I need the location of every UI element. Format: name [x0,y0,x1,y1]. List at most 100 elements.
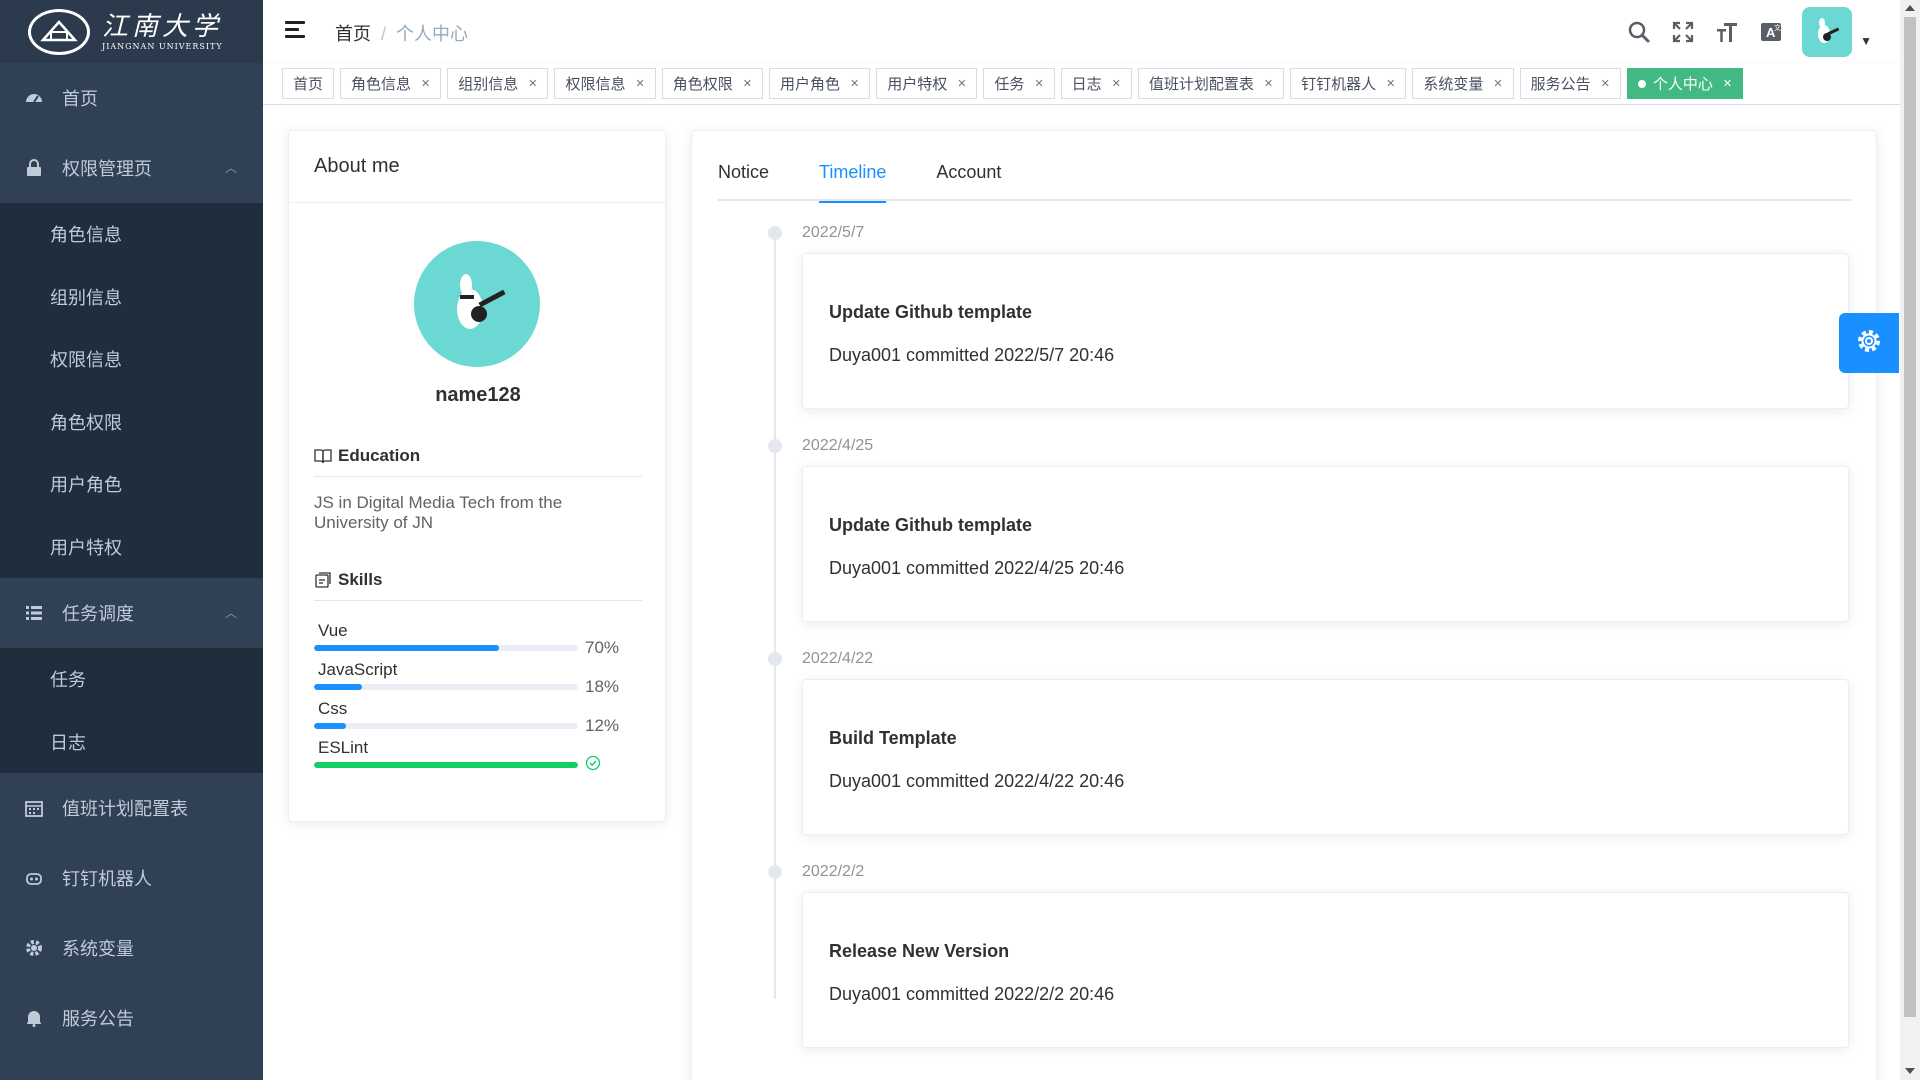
progress-fill [314,723,346,729]
logo[interactable]: 江南大学 JIANGNAN UNIVERSITY [0,0,263,63]
font-size-icon[interactable] [1706,11,1748,53]
sidebar-item-user-role[interactable]: 用户角色 [0,453,263,516]
sidebar-item-log[interactable]: 日志 [0,711,263,774]
about-me-card: About me name128 Education JS in Digital… [288,130,666,822]
profile-name: name128 [435,384,521,406]
timeline-dot [768,865,782,879]
tag-label: 系统变量 [1423,76,1484,93]
timeline-line [774,239,776,999]
sidebar-item-task[interactable]: 任务 [0,648,263,711]
tab-account[interactable]: Account [936,159,1001,201]
profile-avatar [414,241,540,367]
scroll-down-icon[interactable] [1905,1068,1915,1074]
menu-label: 系统变量 [62,939,134,959]
menu-label: 值班计划配置表 [62,799,188,819]
search-icon[interactable] [1618,11,1660,53]
progress-fill [314,645,499,651]
tag-profile[interactable]: 个人中心 ✕ [1626,68,1744,99]
breadcrumb-home[interactable]: 首页 [335,24,371,44]
tag-label: 服务公告 [1530,76,1591,93]
sidebar-item-user-privilege[interactable]: 用户特权 [0,516,263,579]
tag-permission-info[interactable]: 权限信息 ✕ [554,68,656,99]
menu-label: 服务公告 [62,1009,134,1029]
tag-label: 用户角色 [779,76,840,93]
timeline-card: Build Template Duya001 committed 2022/4/… [802,679,1849,835]
progress-text: 18% [585,677,620,696]
close-icon[interactable]: ✕ [743,77,752,90]
timeline-sub: Duya001 committed 2022/4/25 20:46 [829,558,1125,578]
tag-log[interactable]: 日志 ✕ [1060,68,1132,99]
tab-timeline[interactable]: Timeline [819,159,887,203]
settings-button[interactable] [1839,313,1899,373]
tag-home[interactable]: 首页 [282,68,335,99]
close-icon[interactable]: ✕ [1493,77,1502,90]
menu-label: 权限管理页 [62,159,152,179]
timeline-date: 2022/4/25 [802,437,874,454]
menu-item-dingtalk-robot[interactable]: 钉钉机器人 [0,843,263,913]
close-icon[interactable]: ✕ [1034,77,1043,90]
hamburger-icon[interactable] [285,20,307,40]
close-icon[interactable]: ✕ [1264,77,1273,90]
close-icon[interactable]: ✕ [421,77,430,90]
main-content: About me name128 Education JS in Digital… [263,105,1900,1080]
close-icon[interactable]: ✕ [850,77,859,90]
progress-bar [314,723,578,729]
caret-down-icon[interactable]: ▼ [1860,34,1872,48]
tag-role-info[interactable]: 角色信息 ✕ [340,68,442,99]
timeline-title: Build Template [829,728,957,748]
timeline-sub: Duya001 committed 2022/4/22 20:46 [829,771,1125,791]
menu-item-service-notice[interactable]: 服务公告 [0,983,263,1053]
timeline-dot [768,652,782,666]
tag-service-notice[interactable]: 服务公告 ✕ [1519,68,1621,99]
user-avatar[interactable] [1802,6,1853,57]
tag-user-privilege[interactable]: 用户特权 ✕ [876,68,978,99]
menu-item-task-schedule[interactable]: 任务调度 ︿ [0,578,263,648]
tab-bar: Notice Timeline Account [718,159,1851,203]
sidebar-item-permission-info[interactable]: 权限信息 [0,328,263,391]
tab-notice[interactable]: Notice [718,159,769,201]
menu-item-home[interactable]: 首页 [0,63,263,133]
progress-fill [314,762,578,768]
calendar-icon [24,798,44,818]
gear-icon [24,938,44,958]
tag-group-info[interactable]: 组别信息 ✕ [447,68,549,99]
tag-label: 日志 [1071,76,1102,93]
close-icon[interactable]: ✕ [636,77,645,90]
sidebar-item-role-info[interactable]: 角色信息 [0,203,263,266]
lock-icon [24,158,44,178]
about-me-title: About me [289,131,665,203]
fullscreen-icon[interactable] [1662,11,1704,53]
timeline-card: Update Github template Duya001 committed… [802,253,1849,409]
scroll-thumb[interactable] [1904,17,1916,1017]
close-icon[interactable]: ✕ [1112,77,1121,90]
menu-item-system-variables[interactable]: 系统变量 [0,913,263,983]
tag-system-variables[interactable]: 系统变量 ✕ [1412,68,1514,99]
close-icon[interactable]: ✕ [957,77,966,90]
close-icon[interactable]: ✕ [1601,77,1610,90]
tag-role-permission[interactable]: 角色权限 ✕ [661,68,763,99]
tag-duty-schedule[interactable]: 值班计划配置表 ✕ [1137,68,1285,99]
timeline-sub: Duya001 committed 2022/5/7 20:46 [829,345,1115,365]
menu-item-duty-schedule[interactable]: 值班计划配置表 [0,773,263,843]
close-icon[interactable]: ✕ [1723,77,1732,90]
close-icon[interactable]: ✕ [528,77,537,90]
page-scrollbar[interactable] [1900,0,1920,1080]
book-icon [314,447,332,465]
translate-icon[interactable]: A文 [1750,11,1792,53]
scroll-up-icon[interactable] [1905,5,1915,11]
sidebar-item-group-info[interactable]: 组别信息 [0,266,263,329]
list-icon [24,603,44,623]
education-title: Education [338,446,421,465]
skill-item: JavaScript 18% [314,660,642,697]
menu-item-permission[interactable]: 权限管理页 ︿ [0,133,263,203]
close-icon[interactable]: ✕ [1386,77,1395,90]
tag-task[interactable]: 任务 ✕ [983,68,1055,99]
breadcrumb-separator: / [381,24,387,44]
progress-bar [314,645,578,651]
sidebar-item-role-permission[interactable]: 角色权限 [0,391,263,454]
university-seal-icon [28,8,90,55]
timeline-card: Release New Version Duya001 committed 20… [802,892,1849,1048]
success-check-icon [585,755,601,776]
tag-user-role[interactable]: 用户角色 ✕ [768,68,871,99]
tag-dingtalk-robot[interactable]: 钉钉机器人 ✕ [1290,68,1407,99]
